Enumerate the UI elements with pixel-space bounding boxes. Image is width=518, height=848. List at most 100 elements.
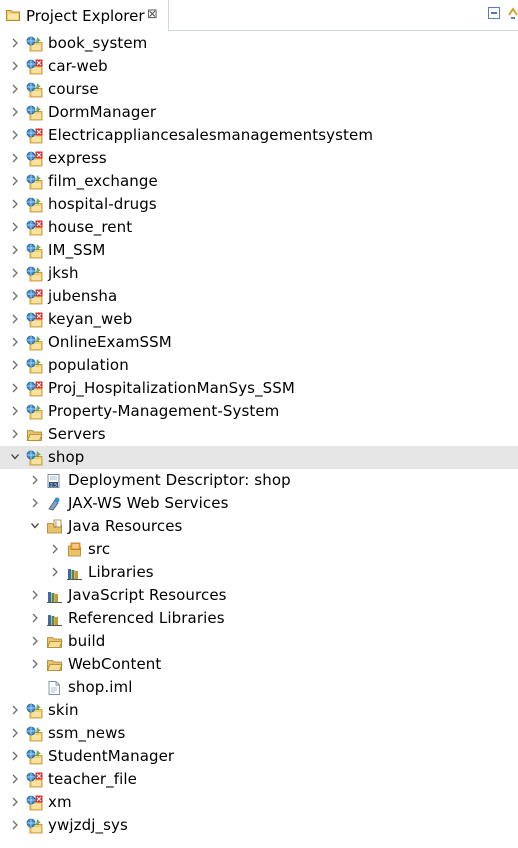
chevron-right-icon[interactable]	[10, 290, 20, 302]
tree-item-label: OnlineExamSSM	[48, 333, 172, 351]
chevron-right-icon[interactable]	[10, 359, 20, 371]
chevron-right-icon[interactable]	[10, 796, 20, 808]
chevron-right-icon[interactable]	[10, 336, 20, 348]
tree-item-course[interactable]: course	[0, 78, 518, 101]
close-icon[interactable]: ⊠	[147, 7, 158, 23]
tree-item-xm[interactable]: xm	[0, 791, 518, 814]
chevron-right-icon[interactable]	[10, 313, 20, 325]
tree-item-property-management-system[interactable]: Property-Management-System	[0, 400, 518, 423]
collapse-all-icon[interactable]	[487, 6, 501, 20]
chevron-right-icon[interactable]	[30, 589, 40, 601]
chevron-down-icon[interactable]	[30, 520, 40, 532]
chevron-right-icon[interactable]	[10, 175, 20, 187]
tree-item-keyan-web[interactable]: keyan_web	[0, 308, 518, 331]
tree-item-label: book_system	[48, 34, 148, 52]
chevron-right-icon[interactable]	[30, 612, 40, 624]
svg-text:2.5: 2.5	[50, 482, 57, 488]
tree-item-teacher-file[interactable]: teacher_file	[0, 768, 518, 791]
tree-item-jax-ws-web-services[interactable]: JAX-WS Web Services	[0, 492, 518, 515]
chevron-right-icon[interactable]	[10, 428, 20, 440]
tree-item-label: house_rent	[48, 218, 133, 236]
chevron-right-icon[interactable]	[50, 566, 60, 578]
chevron-right-icon[interactable]	[30, 658, 40, 670]
chevron-right-icon[interactable]	[10, 750, 20, 762]
tree-item-build[interactable]: build	[0, 630, 518, 653]
tree-item-java-resources[interactable]: J Java Resources	[0, 515, 518, 538]
chevron-right-icon[interactable]	[10, 773, 20, 785]
chevron-right-icon[interactable]	[30, 474, 40, 486]
chevron-right-icon[interactable]	[10, 221, 20, 233]
libraries-icon	[67, 569, 82, 580]
tree-item-referenced-libraries[interactable]: Referenced Libraries	[0, 607, 518, 630]
tab-project-explorer[interactable]: Project Explorer ⊠	[0, 0, 169, 31]
tree-item-label: shop	[48, 448, 85, 466]
tree-item-book-system[interactable]: book_system	[0, 32, 518, 55]
web-project-icon	[26, 82, 43, 98]
chevron-right-icon[interactable]	[10, 727, 20, 739]
tree-item-jksh[interactable]: jksh	[0, 262, 518, 285]
tree-item-libraries[interactable]: Libraries	[0, 561, 518, 584]
web-project-icon	[26, 404, 43, 420]
tree-item-express[interactable]: express	[0, 147, 518, 170]
tree-item-servers[interactable]: Servers	[0, 423, 518, 446]
tree-item-dormmanager[interactable]: DormManager	[0, 101, 518, 124]
tree-item-electricappliancesalesmanagementsystem[interactable]: Electricappliancesalesmanagementsystem	[0, 124, 518, 147]
chevron-right-icon[interactable]	[30, 635, 40, 647]
tree-item-ywjzdj-sys[interactable]: ywjzdj_sys	[0, 814, 518, 837]
tree-item-label: Electricappliancesalesmanagementsystem	[48, 126, 374, 144]
chevron-right-icon[interactable]	[10, 267, 20, 279]
tree-item-deployment-descriptor-shop[interactable]: 2.5 Deployment Descriptor: shop	[0, 469, 518, 492]
tree-item-ssm-news[interactable]: ssm_news	[0, 722, 518, 745]
chevron-right-icon[interactable]	[10, 83, 20, 95]
web-project-error-icon	[26, 289, 43, 305]
tree-item-population[interactable]: population	[0, 354, 518, 377]
tree-item-film-exchange[interactable]: film_exchange	[0, 170, 518, 193]
chevron-right-icon[interactable]	[10, 819, 20, 831]
project-explorer-icon	[6, 10, 20, 21]
tree-item-label: express	[48, 149, 107, 167]
libraries-icon	[47, 592, 62, 603]
web-project-icon	[26, 36, 43, 52]
chevron-right-icon[interactable]	[30, 497, 40, 509]
view-tab-bar: Project Explorer ⊠	[0, 0, 518, 31]
tree-item-javascript-resources[interactable]: JavaScript Resources	[0, 584, 518, 607]
chevron-right-icon[interactable]	[10, 106, 20, 118]
tree-item-shop[interactable]: shop	[0, 446, 518, 469]
chevron-right-icon[interactable]	[10, 37, 20, 49]
web-project-error-icon	[26, 59, 43, 75]
chevron-right-icon[interactable]	[10, 704, 20, 716]
tree-item-proj-hospitalizationmansys-ssm[interactable]: Proj_HospitalizationManSys_SSM	[0, 377, 518, 400]
chevron-right-icon[interactable]	[10, 152, 20, 164]
tree-item-shop-iml[interactable]: shop.iml	[0, 676, 518, 699]
tree-item-label: course	[48, 80, 99, 98]
web-project-icon	[26, 197, 43, 213]
tree-item-hospital-drugs[interactable]: hospital-drugs	[0, 193, 518, 216]
link-with-editor-icon[interactable]	[506, 6, 518, 20]
tree-item-label: Libraries	[88, 563, 154, 581]
tree-item-label: JavaScript Resources	[68, 586, 227, 604]
tree-item-label: teacher_file	[48, 770, 137, 788]
tree-item-studentmanager[interactable]: StudentManager	[0, 745, 518, 768]
chevron-right-icon[interactable]	[10, 244, 20, 256]
tree-item-src[interactable]: src	[0, 538, 518, 561]
chevron-right-icon[interactable]	[10, 382, 20, 394]
tree-item-label: DormManager	[48, 103, 157, 121]
tree-item-car-web[interactable]: car-web	[0, 55, 518, 78]
tree-item-jubensha[interactable]: jubensha	[0, 285, 518, 308]
web-project-error-icon	[26, 151, 43, 167]
tree-item-label: Servers	[48, 425, 106, 443]
chevron-right-icon[interactable]	[10, 405, 20, 417]
chevron-right-icon[interactable]	[50, 543, 60, 555]
chevron-right-icon[interactable]	[10, 129, 20, 141]
chevron-right-icon[interactable]	[10, 60, 20, 72]
tree-item-label: skin	[48, 701, 79, 719]
tree-item-im-ssm[interactable]: IM_SSM	[0, 239, 518, 262]
web-project-error-icon	[26, 381, 43, 397]
chevron-down-icon[interactable]	[10, 451, 20, 463]
tree-item-label: JAX-WS Web Services	[68, 494, 229, 512]
tree-item-house-rent[interactable]: house_rent	[0, 216, 518, 239]
chevron-right-icon[interactable]	[10, 198, 20, 210]
tree-item-webcontent[interactable]: WebContent	[0, 653, 518, 676]
tree-item-skin[interactable]: skin	[0, 699, 518, 722]
tree-item-onlineexamssm[interactable]: OnlineExamSSM	[0, 331, 518, 354]
